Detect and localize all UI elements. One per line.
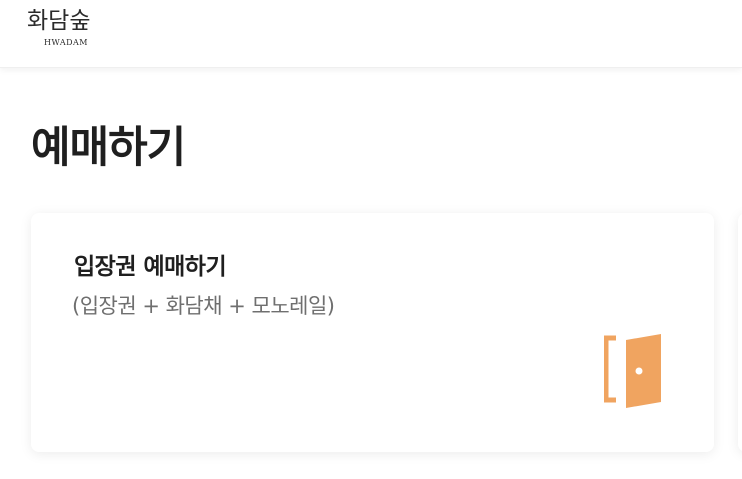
door-icon	[604, 334, 661, 408]
card-title: 입장권 예매하기	[74, 254, 227, 280]
page-title: 예매하기	[31, 123, 186, 173]
logo-subtext: HWADAM	[44, 38, 88, 47]
logo-text: 화담숲	[27, 8, 91, 34]
ticket-booking-card[interactable]: 입장권 예매하기 (입장권 + 화담채 + 모노레일)	[31, 213, 714, 452]
logo[interactable]: 화담숲 HWADAM	[27, 7, 107, 48]
site-header: 화담숲 HWADAM	[0, 0, 742, 68]
card-subtitle: (입장권 + 화담채 + 모노레일)	[72, 294, 335, 318]
next-card-edge[interactable]	[738, 213, 742, 452]
